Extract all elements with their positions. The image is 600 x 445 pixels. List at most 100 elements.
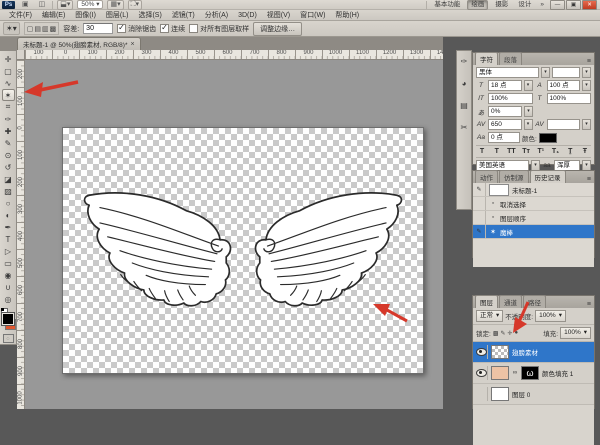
horizontal-ruler[interactable]: 1000100200300400500600700800900100011001… [25, 50, 443, 60]
lock-icon[interactable]: ▩ [493, 330, 499, 337]
history-entry[interactable]: ▫ 图层顺序 [473, 211, 594, 225]
zoom-tool[interactable]: ◎ [2, 293, 15, 305]
workspace-more-button[interactable]: » [538, 1, 546, 8]
close-document-icon[interactable]: × [130, 41, 134, 48]
workspace-essentials-button[interactable]: 基本功能 [431, 1, 463, 9]
workspace-painting-button[interactable]: 绘画 [467, 0, 488, 10]
tab-paths[interactable]: 路径 [523, 295, 546, 308]
close-button[interactable]: ✕ [582, 0, 597, 10]
lock-icon[interactable]: ● [515, 330, 519, 337]
history-brush-tool[interactable]: ↺ [2, 161, 15, 173]
menu-item[interactable]: 窗口(W) [295, 10, 330, 21]
history-entry[interactable]: ▫ 取消选择 [473, 197, 594, 211]
tool-preset-picker[interactable]: ✶▾ [3, 22, 20, 35]
eraser-tool[interactable]: ◪ [2, 173, 15, 185]
zoom-level-control[interactable]: 50% ▾ [77, 0, 103, 9]
panel-menu-icon[interactable]: ≡ [587, 301, 592, 308]
tab-clone-source[interactable]: 仿制源 [499, 170, 529, 183]
chevron-down-icon[interactable]: ▾ [582, 67, 591, 78]
blur-tool[interactable]: ○ [2, 197, 15, 209]
shape-tool[interactable]: ▭ [2, 257, 15, 269]
arrange-documents-icon[interactable]: ▦▾ [107, 0, 123, 10]
font-family-select[interactable]: 黑体 [476, 67, 539, 78]
fill-field[interactable]: 100%▾ [560, 327, 591, 339]
tab-channels[interactable]: 通道 [499, 295, 522, 308]
type-style-button[interactable]: T [476, 148, 488, 155]
tool-presets-icon[interactable]: ✂ [458, 121, 470, 133]
menu-item[interactable]: 滤镜(T) [167, 10, 200, 21]
selection-add-icon[interactable]: ▤ [34, 25, 41, 33]
baseline-shift-input[interactable]: 0 点 [488, 132, 520, 143]
info-icon[interactable]: ▤ [458, 99, 470, 111]
menu-item[interactable]: 帮助(H) [330, 10, 364, 21]
type-style-button[interactable]: Ŧ [579, 148, 591, 155]
restore-button[interactable]: ▣ [566, 0, 581, 10]
type-style-button[interactable]: T₁ [550, 148, 562, 155]
proportional-spacing-input[interactable]: 0% [488, 106, 522, 117]
tolerance-input[interactable]: 30 [83, 23, 113, 34]
text-color-swatch[interactable] [539, 133, 557, 143]
layer-thumbnail[interactable] [491, 345, 509, 359]
lasso-tool[interactable]: ∿ [2, 77, 15, 89]
chevron-down-icon[interactable]: ▾ [524, 80, 533, 91]
type-style-button[interactable]: T¹ [535, 148, 547, 155]
minimize-button[interactable]: — [550, 0, 565, 10]
blend-mode-select[interactable]: 正常▾ [476, 310, 503, 322]
chevron-down-icon[interactable]: ▾ [582, 80, 591, 91]
vertical-ruler[interactable]: 20010001002003004005006007008009001000 [17, 60, 25, 409]
tracking-input[interactable]: 650 [488, 119, 522, 130]
contiguous-checkbox[interactable]: 连续 [160, 24, 185, 34]
crop-tool[interactable]: ⌗ [2, 101, 15, 113]
menu-item[interactable]: 图层(L) [101, 10, 134, 21]
foreground-color-swatch[interactable] [2, 313, 14, 325]
workspace-design-button[interactable]: 设计 [515, 1, 534, 9]
brush-presets-icon[interactable]: ✑ [458, 55, 470, 67]
screen-mode-icon[interactable]: ⛶▾ [128, 0, 142, 10]
layer-row-background[interactable]: 图层 0 [473, 384, 594, 405]
history-snapshot-row[interactable]: ✎ 未标题-1 [473, 183, 594, 197]
font-style-select[interactable] [552, 67, 580, 78]
chevron-down-icon[interactable]: ▾ [541, 67, 550, 78]
panel-menu-icon[interactable]: ≡ [587, 58, 592, 65]
type-style-button[interactable]: Tт [520, 148, 532, 155]
marquee-tool[interactable]: ▢ [2, 65, 15, 77]
clone-stamp-tool[interactable]: ⊙ [2, 149, 15, 161]
3d-rotate-tool[interactable]: ◉ [2, 269, 15, 281]
menu-item[interactable]: 文件(F) [4, 10, 37, 21]
menu-item[interactable]: 3D(D) [233, 10, 262, 21]
dodge-tool[interactable]: ◐ [2, 209, 15, 221]
lock-icon[interactable]: ✎ [500, 330, 505, 337]
chevron-down-icon[interactable]: ▾ [524, 106, 533, 117]
vertical-scale-input[interactable]: 100% [488, 93, 533, 104]
menu-item[interactable]: 图像(I) [70, 10, 101, 21]
refine-edge-button[interactable]: 调整边缘… [253, 22, 302, 36]
leading-input[interactable]: 100 点 [547, 80, 581, 91]
mini-bridge-icon[interactable]: ◫ [36, 0, 49, 10]
visibility-eye-icon[interactable] [476, 348, 487, 356]
move-tool[interactable]: ✛ [2, 53, 15, 65]
visibility-eye-icon[interactable] [476, 369, 487, 377]
tab-paragraph[interactable]: 段落 [499, 52, 522, 65]
chevron-down-icon[interactable]: ▾ [524, 119, 533, 130]
hand-tool[interactable]: ∪ [2, 281, 15, 293]
brush-tool[interactable]: ✎ [2, 137, 15, 149]
gradient-tool[interactable]: ▨ [2, 185, 15, 197]
menu-item[interactable]: 分析(A) [200, 10, 233, 21]
tab-layers[interactable]: 图层 [475, 295, 498, 308]
antialias-checkbox[interactable]: 消除锯齿 [117, 24, 156, 34]
layer-thumbnail[interactable] [491, 366, 509, 380]
menu-item[interactable]: 视图(V) [262, 10, 295, 21]
tab-history[interactable]: 历史记录 [530, 170, 566, 183]
eyedropper-tool[interactable]: ✑ [2, 113, 15, 125]
selection-intersect-icon[interactable]: ▩ [50, 25, 57, 33]
type-style-button[interactable]: Ṯ [564, 148, 576, 155]
menu-item[interactable]: 选择(S) [133, 10, 166, 21]
magic-wand-tool[interactable]: ✶ [2, 89, 15, 101]
healing-brush-tool[interactable]: ✚ [2, 125, 15, 137]
quick-mask-icon[interactable]: ◌ [3, 334, 14, 343]
font-size-input[interactable]: 18 点 [488, 80, 522, 91]
type-style-button[interactable]: T [491, 148, 503, 155]
tab-character[interactable]: 字符 [475, 52, 498, 65]
pen-tool[interactable]: ✒ [2, 221, 15, 233]
lock-icon[interactable]: ✛ [508, 330, 513, 337]
